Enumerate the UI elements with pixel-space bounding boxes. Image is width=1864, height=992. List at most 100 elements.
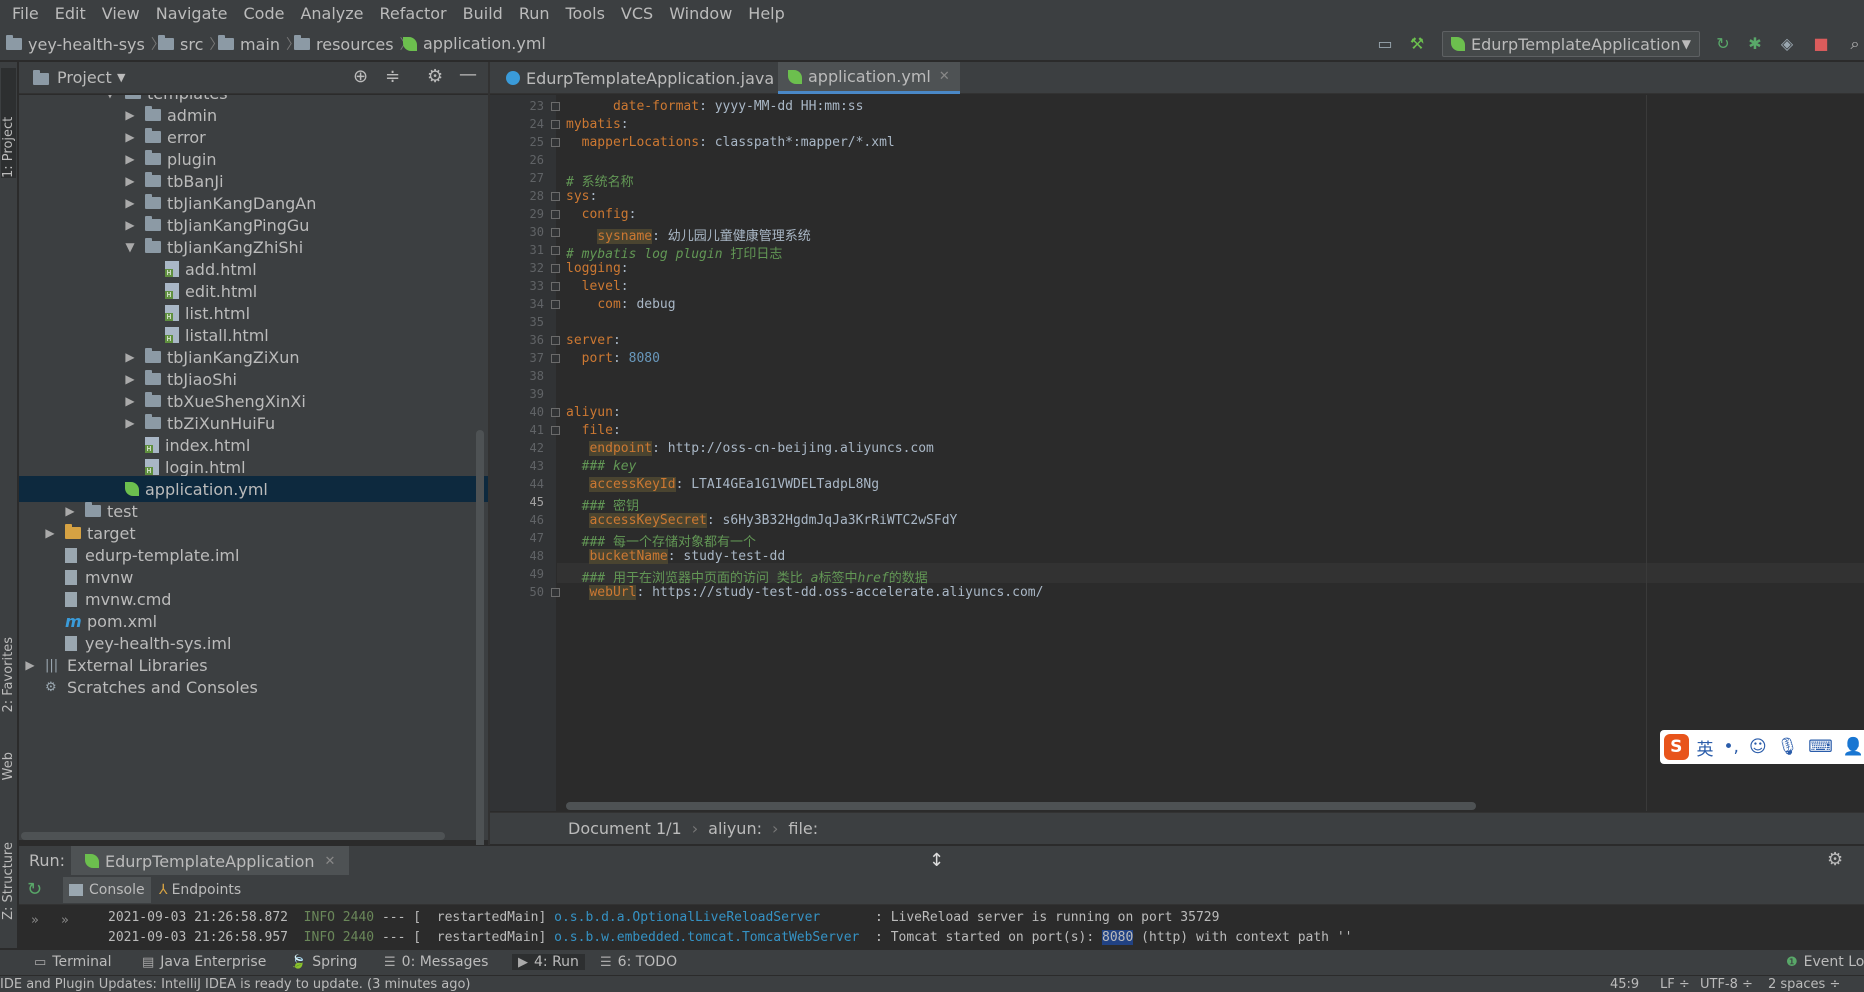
log-logger[interactable]: o.s.b.d.a.OptionalLiveReloadServer xyxy=(554,910,867,925)
sogou-logo-icon[interactable]: S xyxy=(1664,734,1689,760)
editor-horizontal-scrollbar[interactable] xyxy=(566,802,1476,810)
chevron-right-icon[interactable]: ▶ xyxy=(123,372,137,386)
fold-marker-icon[interactable] xyxy=(551,192,560,201)
line-separator[interactable]: LF ÷ xyxy=(1660,976,1690,992)
fold-marker-icon[interactable] xyxy=(551,282,560,291)
menu-view[interactable]: View xyxy=(94,4,148,23)
chevron-right-icon[interactable]: ▶ xyxy=(123,130,137,144)
menu-navigate[interactable]: Navigate xyxy=(148,4,236,23)
user-icon[interactable]: 👤 xyxy=(1843,737,1864,757)
breadcrumb-src[interactable]: src 〉 xyxy=(158,34,223,54)
menu-run[interactable]: Run xyxy=(511,4,558,23)
run-tab-edurp-template-application[interactable]: EdurpTemplateApplication ✕ xyxy=(71,846,350,876)
menu-build[interactable]: Build xyxy=(455,4,511,23)
breadcrumb-aliyun[interactable]: aliyun: xyxy=(708,819,762,838)
ime-language-toggle[interactable]: 英 xyxy=(1697,735,1714,760)
menu-refactor[interactable]: Refactor xyxy=(372,4,455,23)
menu-tools[interactable]: Tools xyxy=(558,4,613,23)
chevron-right-icon[interactable]: ▶ xyxy=(123,108,137,122)
menu-analyze[interactable]: Analyze xyxy=(292,4,371,23)
fold-marker-icon[interactable] xyxy=(551,300,560,309)
fold-marker-icon[interactable] xyxy=(551,228,560,237)
menu-window[interactable]: Window xyxy=(661,4,740,23)
chevron-right-icon[interactable]: ▶ xyxy=(63,504,77,518)
debug-bug-icon[interactable]: ✱ xyxy=(1746,35,1764,53)
fold-marker-icon[interactable] xyxy=(551,408,560,417)
tab-edurp-template-application-java[interactable]: EdurpTemplateApplication.java ✕ xyxy=(496,62,803,94)
breadcrumb-resources[interactable]: resources〉 xyxy=(294,34,414,54)
fold-marker-icon[interactable] xyxy=(551,210,560,219)
chevron-right-icon[interactable]: ▶ xyxy=(43,526,57,540)
gear-icon[interactable]: ⚙ xyxy=(427,66,443,87)
stop-icon[interactable]: ■ xyxy=(1812,35,1830,53)
tab-console[interactable]: Console xyxy=(63,877,151,903)
status-message[interactable]: IDE and Plugin Updates: IntelliJ IDEA is… xyxy=(0,976,470,992)
fold-marker-icon[interactable] xyxy=(551,102,560,111)
tool-terminal[interactable]: ▭ Terminal xyxy=(34,954,111,970)
chevron-right-icon[interactable]: ▶ xyxy=(123,152,137,166)
fold-marker-icon[interactable] xyxy=(551,120,560,129)
close-icon[interactable]: ✕ xyxy=(325,854,336,869)
tab-application-yml[interactable]: application.yml ✕ xyxy=(778,62,960,94)
project-tool-tab[interactable]: 1: Project xyxy=(1,68,16,178)
chevron-right-icon[interactable]: ▶ xyxy=(123,218,137,232)
tool-java-enterprise[interactable]: ▤ Java Enterprise xyxy=(142,954,266,970)
breadcrumb-document[interactable]: Document 1/1 xyxy=(568,819,682,838)
tool-0-messages[interactable]: ☰ 0: Messages xyxy=(384,954,488,970)
structure-tool-tab[interactable]: Z: Structure xyxy=(1,842,16,920)
chevron-right-icon[interactable]: ▶ xyxy=(123,174,137,188)
menu-help[interactable]: Help xyxy=(740,4,792,23)
close-icon[interactable]: ✕ xyxy=(939,69,950,84)
tab-endpoints[interactable]: ⅄ Endpoints xyxy=(153,877,247,903)
punctuation-icon[interactable]: •, xyxy=(1724,737,1739,757)
chevron-down-icon[interactable]: ▼ xyxy=(117,71,125,84)
fold-marker-icon[interactable] xyxy=(551,426,560,435)
file-encoding[interactable]: UTF-8 ÷ xyxy=(1700,976,1753,992)
build-hammer-icon[interactable]: ⚒ xyxy=(1408,35,1426,53)
menu-edit[interactable]: Edit xyxy=(47,4,94,23)
menu-file[interactable]: File xyxy=(4,4,47,23)
chevron-right-icon[interactable]: ▶ xyxy=(23,658,37,672)
chevron-right-icon[interactable]: ▶ xyxy=(123,196,137,210)
collapse-all-icon[interactable]: ≑ xyxy=(385,66,400,87)
microphone-icon[interactable]: 🎙 xyxy=(1777,737,1799,757)
chevron-right-icon[interactable]: ▶ xyxy=(123,416,137,430)
breadcrumb-file[interactable]: application.yml xyxy=(403,34,546,53)
fold-marker-icon[interactable] xyxy=(551,588,560,597)
tool-6-todo[interactable]: ☰ 6: TODO xyxy=(600,954,677,970)
rerun-icon[interactable]: ↻ xyxy=(27,879,42,900)
cursor-position[interactable]: 45:9 xyxy=(1610,976,1639,992)
event-log[interactable]: ❶ Event Lo xyxy=(1786,954,1864,970)
gear-icon[interactable]: ⚙ xyxy=(1827,849,1843,870)
web-tool-tab[interactable]: Web xyxy=(1,752,16,780)
emoji-icon[interactable]: ☺ xyxy=(1749,737,1767,757)
fold-marker-icon[interactable] xyxy=(551,246,560,255)
chevron-right-icon[interactable]: ▶ xyxy=(123,350,137,364)
search-icon[interactable]: ⌕ xyxy=(1846,35,1864,53)
fold-marker-icon[interactable] xyxy=(551,336,560,345)
run-with-coverage-icon[interactable]: ◈ xyxy=(1778,35,1796,53)
tree-horizontal-scrollbar[interactable] xyxy=(21,832,445,840)
fold-marker-icon[interactable] xyxy=(551,354,560,363)
selected-port[interactable]: 8080 xyxy=(1102,930,1134,945)
tree-item[interactable]: ⚙ Scratches and Consoles xyxy=(19,674,488,700)
locate-crosshair-icon[interactable]: ⊕ xyxy=(353,66,368,87)
tool-spring[interactable]: 🍃 Spring xyxy=(290,954,357,970)
fold-marker-icon[interactable] xyxy=(551,138,560,147)
fold-marker-icon[interactable] xyxy=(551,264,560,273)
chevron-down-icon[interactable]: ▼ xyxy=(123,240,137,254)
rerun-icon[interactable]: ↻ xyxy=(1714,35,1732,53)
chevron-right-icon[interactable]: ▶ xyxy=(123,394,137,408)
log-logger[interactable]: o.s.b.w.embedded.tomcat.TomcatWebServer xyxy=(554,930,867,945)
indent-setting[interactable]: 2 spaces ÷ xyxy=(1768,976,1840,992)
breadcrumb-file-key[interactable]: file: xyxy=(788,819,818,838)
minimize-icon[interactable]: — xyxy=(459,64,477,85)
favorites-tool-tab[interactable]: 2: Favorites xyxy=(1,637,16,713)
expand-icon[interactable]: » xyxy=(61,913,69,928)
menu-vcs[interactable]: VCS xyxy=(613,4,661,23)
run-configuration-dropdown[interactable]: EdurpTemplateApplication ▼ xyxy=(1442,31,1700,57)
keyboard-icon[interactable]: ⌨ xyxy=(1808,737,1833,757)
tree-vertical-scrollbar[interactable] xyxy=(476,430,484,850)
project-panel-title[interactable]: Project xyxy=(57,68,112,87)
breadcrumb-project[interactable]: yey-health-sys〉 xyxy=(6,34,165,54)
